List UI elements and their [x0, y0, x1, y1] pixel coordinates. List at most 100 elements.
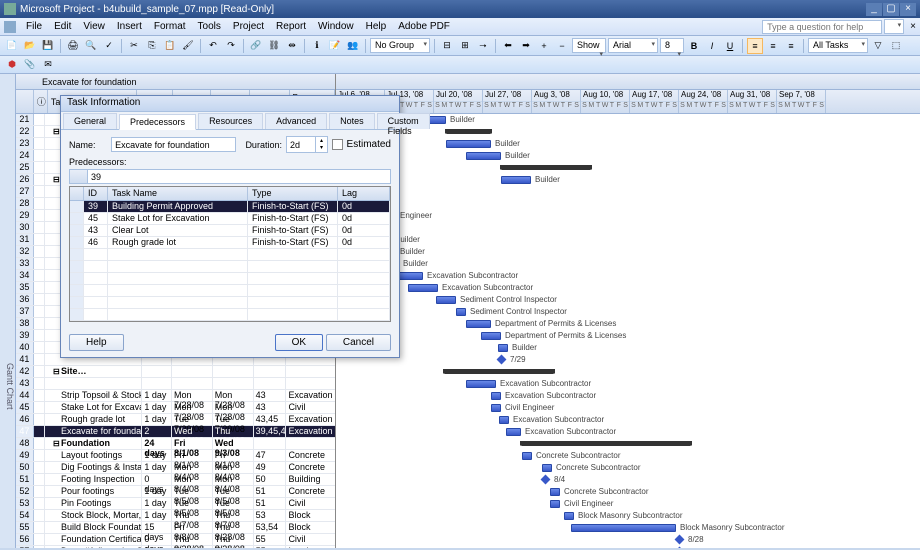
gantt-task-bar[interactable] [499, 416, 509, 424]
size-dropdown[interactable]: 8 [660, 38, 684, 53]
gantt-summary-bar[interactable] [501, 165, 591, 170]
task-row[interactable]: 57Draw #1 (Location Survey)0 daysThu 8/2… [16, 546, 335, 548]
assign-icon[interactable]: 👥 [345, 38, 361, 54]
predecessor-row-empty[interactable] [70, 249, 390, 261]
minimize-button[interactable]: _ [866, 3, 882, 16]
gantt-task-bar[interactable] [550, 500, 560, 508]
maximize-button[interactable]: ▢ [883, 3, 899, 16]
new-icon[interactable]: 📄 [4, 38, 20, 54]
menu-window[interactable]: Window [312, 19, 360, 34]
name-input[interactable] [111, 137, 236, 152]
menu-insert[interactable]: Insert [111, 19, 148, 34]
align-center-button[interactable]: ≡ [765, 38, 781, 54]
estimated-checkbox[interactable] [332, 139, 343, 150]
tab-general[interactable]: General [63, 113, 117, 129]
predecessor-row[interactable]: 43Clear LotFinish-to-Start (FS)0d [70, 225, 390, 237]
tab-advanced[interactable]: Advanced [265, 113, 327, 129]
cancel-button[interactable]: Cancel [326, 334, 391, 351]
goto-task-icon[interactable]: ⭢ [475, 38, 491, 54]
gantt-task-bar[interactable] [466, 380, 496, 388]
show-subtasks-icon[interactable]: + [536, 38, 552, 54]
gantt-milestone[interactable] [675, 547, 685, 548]
gantt-milestone[interactable] [675, 535, 685, 545]
task-row[interactable]: 54Stock Block, Mortar, Sand1 dayThu 8/7/… [16, 510, 335, 522]
align-left-button[interactable]: ≡ [747, 38, 763, 54]
task-row[interactable]: 55Build Block Foundation15 daysFri 8/8/0… [16, 522, 335, 534]
paste-icon[interactable]: 📋 [162, 38, 178, 54]
pdf-mail-icon[interactable]: ✉ [40, 57, 56, 73]
task-row[interactable]: 46Rough grade lot1 dayTue 7/29/08Tue 7/2… [16, 414, 335, 426]
gantt-task-bar[interactable] [456, 308, 466, 316]
help-search-dropdown[interactable] [884, 19, 904, 34]
wbs-icon[interactable]: ⬚ [888, 38, 904, 54]
menu-tools[interactable]: Tools [192, 19, 227, 34]
gantt-task-bar[interactable] [564, 512, 574, 520]
menu-file[interactable]: File [20, 19, 48, 34]
tab-predecessors[interactable]: Predecessors [119, 114, 196, 130]
indicator-header[interactable]: ⓘ [34, 90, 48, 113]
redo-icon[interactable]: ↷ [223, 38, 239, 54]
print-icon[interactable]: 🖨 [65, 38, 81, 54]
task-row[interactable]: 49Layout footings1 dayFri 8/1/08Fri 8/1/… [16, 450, 335, 462]
outdent-icon[interactable]: ⬅ [500, 38, 516, 54]
gantt-milestone[interactable] [541, 475, 551, 485]
filter-dropdown[interactable]: All Tasks [808, 38, 868, 53]
gantt-task-bar[interactable] [446, 140, 491, 148]
grid-col-taskname[interactable]: Task Name [108, 187, 248, 200]
close-button[interactable]: × [900, 3, 916, 16]
open-icon[interactable]: 📂 [22, 38, 38, 54]
underline-button[interactable]: U [722, 38, 738, 54]
font-dropdown[interactable]: Arial [608, 38, 658, 53]
gantt-task-bar[interactable] [506, 428, 521, 436]
gantt-task-bar[interactable] [481, 332, 501, 340]
gantt-task-bar[interactable] [466, 320, 491, 328]
task-row[interactable]: 42⊟Site… [16, 366, 335, 378]
zoom-out-icon[interactable]: ⊟ [439, 38, 455, 54]
pdf-attach-icon[interactable]: 📎 [22, 57, 38, 73]
gantt-milestone[interactable] [497, 355, 507, 365]
gantt-task-bar[interactable] [436, 296, 456, 304]
predecessor-row-empty[interactable] [70, 261, 390, 273]
menubar-close-button[interactable]: × [910, 21, 916, 32]
hide-subtasks-icon[interactable]: − [554, 38, 570, 54]
gantt-summary-bar[interactable] [446, 129, 491, 134]
menu-help[interactable]: Help [360, 19, 393, 34]
gantt-task-bar[interactable] [522, 452, 532, 460]
gantt-task-bar[interactable] [498, 344, 508, 352]
undo-icon[interactable]: ↶ [205, 38, 221, 54]
ok-button[interactable]: OK [275, 334, 323, 351]
help-search-input[interactable] [762, 20, 882, 34]
menu-format[interactable]: Format [148, 19, 192, 34]
indent-icon[interactable]: ➡ [518, 38, 534, 54]
gantt-task-bar[interactable] [491, 392, 501, 400]
task-row[interactable]: 50Dig Footings & Install Reinforcing1 da… [16, 462, 335, 474]
info-icon[interactable]: ℹ [309, 38, 325, 54]
gantt-summary-bar[interactable] [444, 369, 554, 374]
gantt-task-bar[interactable] [491, 404, 501, 412]
pred-quick-input[interactable] [87, 169, 391, 184]
menu-adobe-pdf[interactable]: Adobe PDF [392, 19, 456, 34]
unlink-icon[interactable]: ⛓ [266, 38, 282, 54]
italic-button[interactable]: I [704, 38, 720, 54]
menu-edit[interactable]: Edit [48, 19, 77, 34]
spellcheck-icon[interactable]: ✓ [101, 38, 117, 54]
format-painter-icon[interactable]: 🖌 [180, 38, 196, 54]
task-row[interactable]: 43 [16, 378, 335, 390]
autofilter-icon[interactable]: ▽ [870, 38, 886, 54]
predecessor-row-empty[interactable] [70, 297, 390, 309]
task-row[interactable]: 52Pour footings1 dayTue 8/5/08Tue 8/5/08… [16, 486, 335, 498]
help-button[interactable]: Help [69, 334, 124, 351]
task-row[interactable]: 47Excavate for foundation2 daysWed 7/30/… [16, 426, 335, 438]
cut-icon[interactable]: ✂ [126, 38, 142, 54]
tab-resources[interactable]: Resources [198, 113, 263, 129]
menu-report[interactable]: Report [270, 19, 312, 34]
task-row[interactable]: 44Strip Topsoil & Stockpile1 dayMon 7/28… [16, 390, 335, 402]
grid-col-lag[interactable]: Lag [338, 187, 390, 200]
gantt-summary-bar[interactable] [521, 441, 691, 446]
show-dropdown[interactable]: Show [572, 38, 606, 53]
menu-project[interactable]: Project [227, 19, 270, 34]
split-icon[interactable]: ⇹ [284, 38, 300, 54]
task-row[interactable]: 51Footing Inspection0 daysMon 8/4/08Mon … [16, 474, 335, 486]
gantt-task-bar[interactable] [466, 152, 501, 160]
predecessor-row[interactable]: 39Building Permit ApprovedFinish-to-Star… [70, 201, 390, 213]
